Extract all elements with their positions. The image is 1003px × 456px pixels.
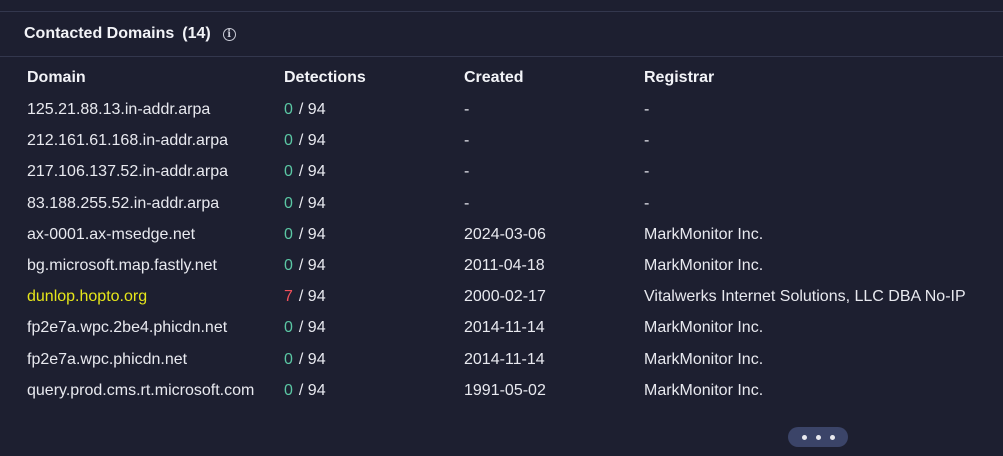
table-header: Domain Detections Created Registrar	[0, 69, 1003, 91]
created-date: 2011-04-18	[464, 256, 545, 274]
table-row[interactable]: 212.161.61.168.in-addr.arpa 0 / 94 - -	[0, 127, 1003, 158]
created-date: -	[464, 163, 470, 181]
detection-count: 0	[284, 381, 293, 399]
domain-link[interactable]: 212.161.61.168.in-addr.arpa	[27, 132, 228, 150]
show-more-button[interactable]	[788, 427, 848, 447]
created-date: 2000-02-17	[464, 288, 546, 306]
table-row[interactable]: 217.106.137.52.in-addr.arpa 0 / 94 - -	[0, 158, 1003, 189]
detection-count: 0	[284, 225, 293, 243]
table-row[interactable]: query.prod.cms.rt.microsoft.com 0 / 94 1991…	[0, 377, 1003, 408]
detection-count: 0	[284, 163, 293, 181]
domain-link[interactable]: 125.21.88.13.in-addr.arpa	[27, 101, 210, 119]
detection-total: / 94	[298, 194, 326, 212]
column-header-detections[interactable]: Detections	[284, 69, 366, 87]
more-horizontal-icon	[815, 434, 821, 440]
registrar: -	[644, 101, 650, 118]
detection-total: / 94	[298, 163, 326, 181]
domain-link[interactable]: fp2e7a.wpc.2be4.phicdn.net	[27, 319, 227, 337]
column-header-registrar[interactable]: Registrar	[644, 69, 714, 87]
column-header-created[interactable]: Created	[464, 69, 524, 87]
detections-cell: 0 / 94	[284, 351, 326, 369]
registrar: MarkMonitor Inc.	[644, 350, 764, 368]
detections-cell: 0 / 94	[284, 132, 326, 150]
registrar: MarkMonitor Inc.	[644, 225, 764, 243]
detection-count: 0	[284, 132, 293, 150]
detection-total: / 94	[298, 225, 326, 243]
detections-cell: 0 / 94	[284, 319, 326, 337]
registrar: Vitalwerks Internet Solutions, LLC DBA N…	[644, 288, 966, 306]
detections-cell: 0 / 94	[284, 101, 326, 119]
domain-link[interactable]: bg.microsoft.map.fastly.net	[27, 257, 217, 275]
detections-cell: 0 / 94	[284, 195, 326, 213]
registrar: MarkMonitor Inc.	[644, 319, 764, 337]
detection-count: 7	[284, 288, 293, 306]
detections-cell: 0 / 94	[284, 226, 326, 244]
column-header-domain[interactable]: Domain	[27, 69, 86, 87]
section-title: Contacted Domains	[24, 25, 175, 42]
domain-link[interactable]: 217.106.137.52.in-addr.arpa	[27, 163, 228, 181]
domain-link[interactable]: ax-0001.ax-msedge.net	[27, 226, 195, 244]
created-date: 2014-11-14	[464, 319, 545, 337]
more-horizontal-icon	[829, 434, 835, 440]
info-icon[interactable]: i	[222, 27, 236, 41]
detection-count: 0	[284, 350, 293, 368]
detection-count: 0	[284, 319, 293, 337]
created-date: -	[464, 194, 470, 212]
registrar: MarkMonitor Inc.	[644, 256, 764, 274]
detections-cell: 0 / 94	[284, 382, 326, 400]
top-divider	[0, 11, 1003, 12]
header-divider	[0, 56, 1003, 57]
detection-total: / 94	[298, 101, 326, 118]
detections-cell: 7 / 94	[284, 288, 326, 306]
detection-count: 0	[284, 101, 293, 118]
registrar: -	[644, 132, 650, 150]
domain-link[interactable]: query.prod.cms.rt.microsoft.com	[27, 382, 254, 400]
detection-total: / 94	[298, 319, 326, 337]
created-date: 1991-05-02	[464, 381, 546, 399]
more-horizontal-icon	[801, 434, 807, 440]
table-row[interactable]: bg.microsoft.map.fastly.net 0 / 94 2011-04-…	[0, 252, 1003, 283]
detection-total: / 94	[298, 256, 326, 274]
table-row[interactable]: dunlop.hopto.org 7 / 94 2000-02-17 Vitalwerk…	[0, 283, 1003, 314]
table-row[interactable]: 83.188.255.52.in-addr.arpa 0 / 94 - -	[0, 190, 1003, 221]
domain-link[interactable]: 83.188.255.52.in-addr.arpa	[27, 195, 219, 213]
created-date: -	[464, 101, 470, 118]
created-date: 2024-03-06	[464, 225, 546, 243]
created-date: 2014-11-14	[464, 350, 545, 368]
table-row[interactable]: ax-0001.ax-msedge.net 0 / 94 2024-03-06 Mark…	[0, 221, 1003, 252]
registrar: MarkMonitor Inc.	[644, 381, 764, 399]
section-count: (14)	[182, 25, 211, 42]
detection-total: / 94	[298, 350, 326, 368]
created-date: -	[464, 132, 470, 150]
detection-total: / 94	[298, 288, 326, 306]
registrar: -	[644, 194, 650, 212]
table-row[interactable]: fp2e7a.wpc.2be4.phicdn.net 0 / 94 2014-11-1…	[0, 314, 1003, 345]
detection-total: / 94	[298, 132, 326, 150]
domains-table-body: 125.21.88.13.in-addr.arpa 0/ 94- -212.161.…	[0, 96, 1003, 408]
detection-count: 0	[284, 194, 293, 212]
domain-link[interactable]: dunlop.hopto.org	[27, 288, 147, 306]
detection-total: / 94	[298, 381, 326, 399]
section-header: Contacted Domains (14) i	[24, 22, 236, 46]
table-row[interactable]: fp2e7a.wpc.phicdn.net 0 / 94 2014-11-14 Mark…	[0, 346, 1003, 377]
registrar: -	[644, 163, 650, 181]
detection-count: 0	[284, 256, 293, 274]
detections-cell: 0 / 94	[284, 163, 326, 181]
detections-cell: 0 / 94	[284, 257, 326, 275]
table-row[interactable]: 125.21.88.13.in-addr.arpa 0 / 94 - -	[0, 96, 1003, 127]
domain-link[interactable]: fp2e7a.wpc.phicdn.net	[27, 351, 187, 369]
